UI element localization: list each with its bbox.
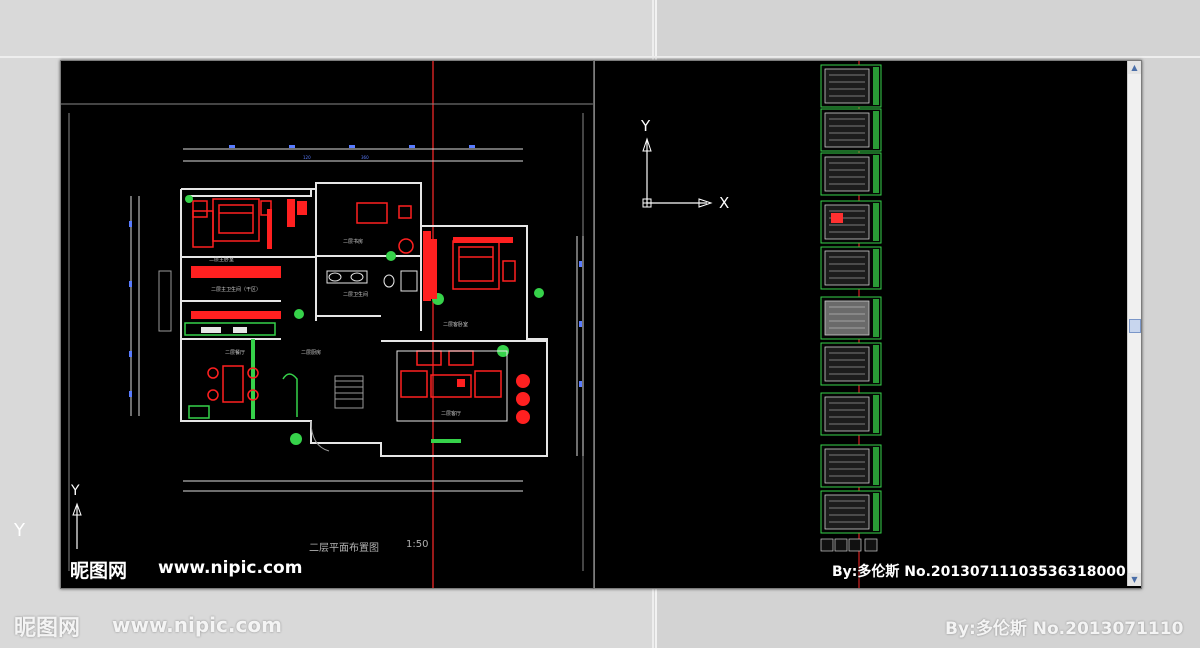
- bg-watermark-author: By:多伦斯: [945, 619, 1027, 639]
- drawing-scale: 1:50: [406, 539, 429, 550]
- sheet-thumbnail: [820, 246, 882, 290]
- watermark-author: By:多伦斯: [832, 564, 900, 580]
- sheet-thumbnail: [820, 490, 882, 534]
- sheet-thumbnail: [820, 296, 882, 340]
- bg-watermark-number: No.2013071110: [1032, 619, 1184, 639]
- scroll-thumb[interactable]: [1129, 319, 1141, 333]
- right-cad-viewport[interactable]: Y X: [594, 60, 1142, 589]
- left-cad-viewport[interactable]: 二层主卧室 二层书房 二层卫生间 二层客卧室 二层客厅 二层餐厅 二层厨房 二层…: [60, 60, 594, 589]
- sheet-thumbnail: [820, 108, 882, 152]
- sheet-thumbnail: [820, 64, 882, 108]
- vertical-scrollbar[interactable]: ▲ ▼: [1127, 61, 1141, 586]
- ucs-y-label: Y: [641, 117, 651, 135]
- svg-text:二层主卫生间（干区）: 二层主卫生间（干区）: [211, 286, 261, 293]
- svg-text:二层主卧室: 二层主卧室: [209, 256, 234, 263]
- scroll-down-arrow-icon[interactable]: ▼: [1128, 573, 1141, 586]
- watermark-number: No.20130711103536318000: [904, 564, 1126, 580]
- svg-text:360: 360: [361, 155, 369, 160]
- watermark-author-number: By:多伦斯 No.20130711103536318000: [832, 561, 1126, 581]
- svg-text:二层卫生间: 二层卫生间: [343, 291, 368, 298]
- sheet-thumbnail: [820, 444, 882, 488]
- drawing-title: 二层平面布置图: [309, 543, 379, 554]
- sheet-thumbnail: [820, 342, 882, 386]
- sheet-thumbnail: [820, 200, 882, 244]
- svg-text:120: 120: [303, 155, 311, 160]
- svg-text:二层客厅: 二层客厅: [441, 410, 461, 417]
- svg-text:二层书房: 二层书房: [343, 238, 363, 245]
- ucs-x-label: X: [719, 194, 730, 212]
- scroll-up-arrow-icon[interactable]: ▲: [1128, 61, 1141, 74]
- bg-divider: [0, 56, 1200, 58]
- ucs-icon: [72, 502, 82, 549]
- sheet-thumbnail: [820, 392, 882, 436]
- sheet-thumbnail: [820, 152, 882, 196]
- bg-watermark-brand: 昵图网: [14, 616, 81, 641]
- ucs-y-label: Y: [71, 483, 80, 499]
- svg-text:二层厨房: 二层厨房: [301, 349, 321, 356]
- bg-watermark-author-number: By:多伦斯 No.2013071110: [945, 614, 1183, 639]
- sheet-layout-drawing: [642, 61, 882, 588]
- watermark-brand: 昵图网: [70, 560, 128, 582]
- watermark-url: www.nipic.com: [158, 558, 303, 578]
- svg-text:二层餐厅: 二层餐厅: [225, 349, 245, 356]
- svg-text:二层客卧室: 二层客卧室: [443, 321, 468, 328]
- floor-plan-drawing: 二层主卧室 二层书房 二层卫生间 二层客卧室 二层客厅 二层餐厅 二层厨房 二层…: [61, 61, 593, 588]
- bg-watermark-url: www.nipic.com: [112, 613, 282, 637]
- bg-ucs-y-label: Y: [14, 520, 25, 541]
- legend-row: [820, 538, 878, 552]
